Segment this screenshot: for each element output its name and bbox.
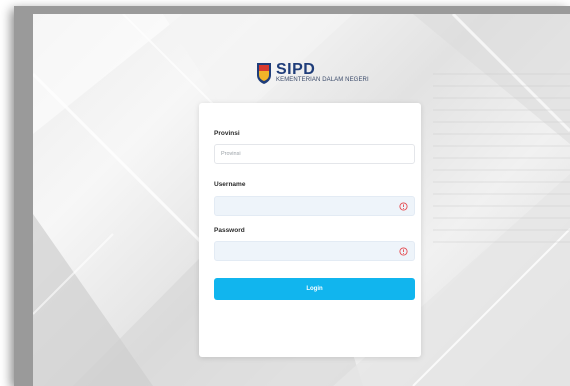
brand-name: SIPD bbox=[276, 61, 316, 78]
provinsi-select[interactable]: Provinsi bbox=[214, 144, 415, 164]
login-screen: SIPD KEMENTERIAN DALAM NEGERI Provinsi P… bbox=[33, 14, 570, 386]
brand-text: SIPD KEMENTERIAN DALAM NEGERI bbox=[276, 62, 369, 84]
warning-icon bbox=[399, 247, 408, 256]
shield-emblem-icon bbox=[257, 63, 271, 84]
provinsi-placeholder: Provinsi bbox=[221, 151, 241, 157]
username-field[interactable] bbox=[214, 196, 415, 216]
username-label: Username bbox=[214, 181, 246, 188]
brand-logo: SIPD KEMENTERIAN DALAM NEGERI bbox=[256, 58, 369, 88]
brand-subtitle: KEMENTERIAN DALAM NEGERI bbox=[276, 77, 369, 83]
login-card: Provinsi Provinsi Username Password Logi… bbox=[199, 103, 421, 357]
provinsi-label: Provinsi bbox=[214, 130, 240, 137]
password-field[interactable] bbox=[214, 241, 415, 261]
login-button[interactable]: Login bbox=[214, 278, 415, 300]
warning-icon bbox=[399, 202, 408, 211]
password-label: Password bbox=[214, 227, 245, 234]
